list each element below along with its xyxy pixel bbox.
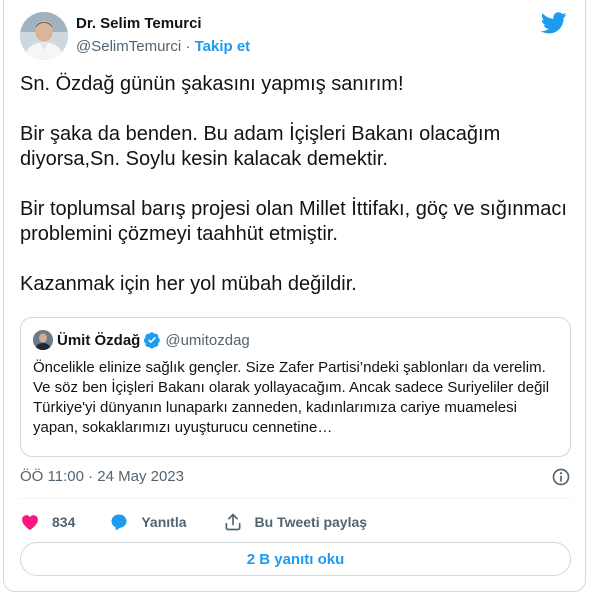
tweet-header: Dr. Selim Temurci @SelimTemurci · Takip … xyxy=(20,8,569,64)
like-button[interactable]: 834 xyxy=(20,512,75,532)
handle-separator: · xyxy=(185,38,191,55)
quoted-tweet-header: Ümit Özdağ @umitozdag xyxy=(33,330,250,350)
share-upload-icon xyxy=(225,513,240,531)
tweet-actions: 834 Yanıtla Bu Tweeti paylaş xyxy=(20,508,571,536)
share-button[interactable]: Bu Tweeti paylaş xyxy=(223,512,368,532)
tweet-card: Dr. Selim Temurci @SelimTemurci · Takip … xyxy=(3,0,586,592)
tweet-paragraph: Bir toplumsal barış projesi olan Millet … xyxy=(20,198,567,245)
quoted-author-handle: @umitozdag xyxy=(165,331,250,349)
reply-label: Yanıtla xyxy=(141,514,187,530)
info-icon[interactable] xyxy=(551,467,571,487)
tweet-timestamp[interactable]: ÖÖ 11:00 · 24 May 2023 xyxy=(20,468,184,485)
quoted-tweet-text: Öncelikle elinize sağlık gençler. Size Z… xyxy=(33,359,550,436)
quoted-tweet[interactable]: Ümit Özdağ @umitozdag Öncelikle elinize … xyxy=(20,317,571,457)
quoted-author-name: Ümit Özdağ xyxy=(57,331,141,349)
heart-icon xyxy=(22,515,38,530)
verified-badge-icon xyxy=(144,332,161,349)
reply-button[interactable]: Yanıtla xyxy=(109,512,187,532)
handle-row: @SelimTemurci · Takip et xyxy=(76,37,250,57)
speech-bubble-icon xyxy=(111,514,127,531)
tweet-meta: ÖÖ 11:00 · 24 May 2023 xyxy=(20,468,571,488)
like-count: 834 xyxy=(52,514,76,530)
tweet-paragraph: Bir şaka da benden. Bu adam İçişleri Bak… xyxy=(20,123,501,170)
divider xyxy=(20,498,571,499)
tweet-paragraph: Sn. Özdağ günün şakasını yapmış sanırım! xyxy=(20,73,404,95)
follow-link[interactable]: Takip et xyxy=(195,38,251,55)
tweet-paragraph: Kazanmak için her yol mübah değildir. xyxy=(20,273,357,295)
author-name[interactable]: Dr. Selim Temurci xyxy=(76,14,250,34)
author-avatar[interactable] xyxy=(20,12,68,60)
tweet-body: Sn. Özdağ günün şakasını yapmış sanırım!… xyxy=(20,72,570,322)
twitter-bird-icon[interactable] xyxy=(541,12,567,34)
author-handle[interactable]: @SelimTemurci xyxy=(76,38,181,55)
read-replies-button[interactable]: 2 B yanıtı oku xyxy=(20,542,571,576)
author-info: Dr. Selim Temurci @SelimTemurci · Takip … xyxy=(76,14,250,57)
share-label: Bu Tweeti paylaş xyxy=(254,514,368,530)
quoted-author-avatar xyxy=(33,330,53,350)
